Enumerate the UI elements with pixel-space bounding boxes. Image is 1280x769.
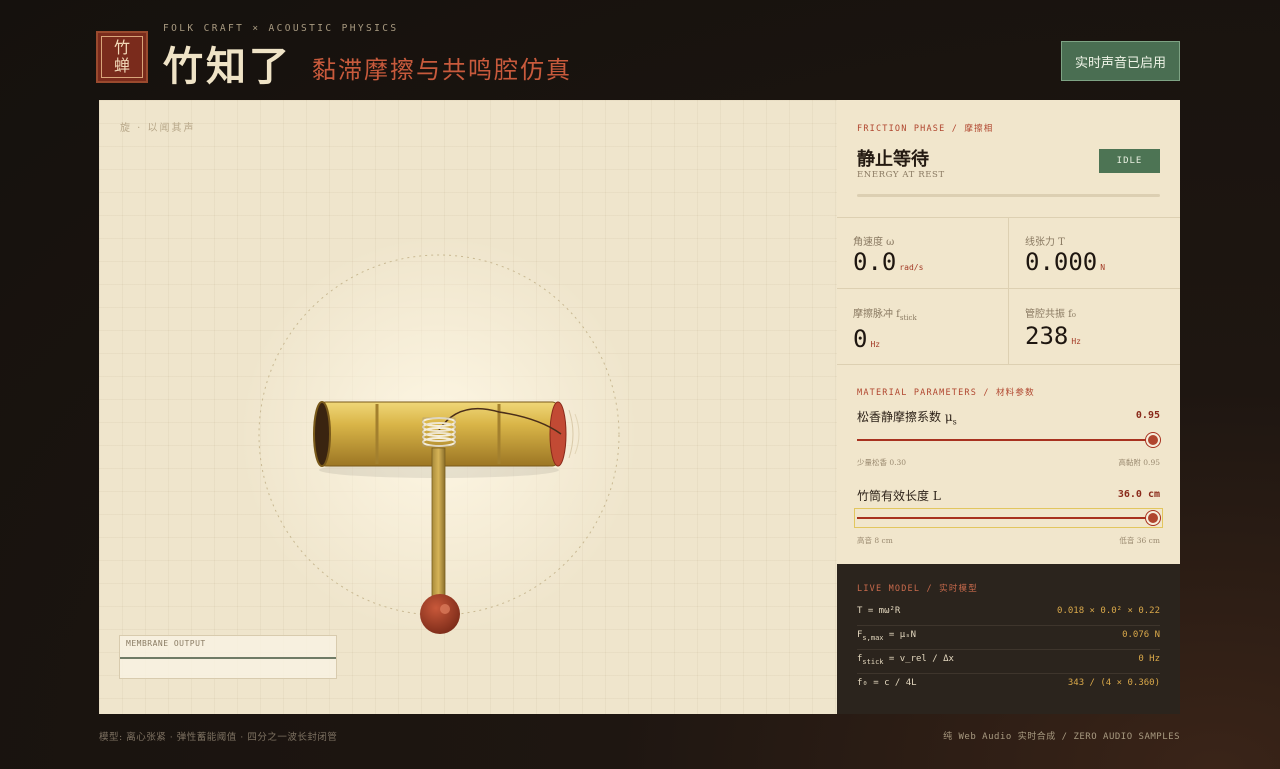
model-row: Fs,max = μₛN 0.076 N — [857, 625, 1160, 650]
metric-tension: 线张力 T 0.000 N — [1008, 217, 1180, 289]
simulation-stage[interactable]: 旋 · 以闻其声 MEMBRANE OUTPUT — [99, 100, 837, 714]
metric-label: 摩擦脉冲 fstick — [853, 309, 917, 322]
knob-highlight — [440, 604, 450, 614]
length-param-value: 36.0 cm — [1117, 489, 1160, 500]
seal-char-top: 竹 — [113, 38, 130, 57]
friction-max-label: 高黏附 0.95 — [1118, 458, 1160, 467]
membrane-output-label: MEMBRANE OUTPUT — [126, 639, 206, 648]
phase-state-subtitle: ENERGY AT REST — [857, 170, 945, 180]
phase-state-title: 静止等待 — [857, 149, 929, 170]
model-equation: T = mω²R — [857, 606, 901, 616]
metric-value: 0.0 rad/s — [853, 248, 924, 276]
control-panel: FRICTION PHASE / 摩擦相 静止等待 ENERGY AT REST… — [837, 100, 1180, 714]
page-title: 竹知了 — [163, 43, 292, 90]
friction-param-value: 0.95 — [1135, 410, 1160, 421]
model-row: T = mω²R 0.018 × 0.0² × 0.22 — [857, 601, 1160, 626]
metric-value: 238 Hz — [1025, 322, 1081, 350]
audio-toggle-button[interactable]: 实时声音已启用 — [1061, 41, 1180, 81]
model-value: 0.018 × 0.0² × 0.22 — [1057, 606, 1160, 616]
footer-model-note: 模型: 离心张紧 · 弹性蓄能阈值 · 四分之一波长封闭管 — [99, 732, 338, 743]
model-value: 0.076 N — [1122, 630, 1160, 640]
length-param-name: 竹筒有效长度 L — [857, 489, 941, 503]
friction-phase-label: FRICTION PHASE / 摩擦相 — [857, 124, 994, 134]
logo-seal: 竹 蝉 — [96, 31, 148, 83]
metric-angular-velocity: 角速度 ω 0.0 rad/s — [837, 217, 1008, 289]
model-value: 0 Hz — [1138, 654, 1160, 664]
metric-value: 0 Hz — [853, 325, 881, 353]
handle-knob[interactable] — [420, 594, 460, 634]
slider-thumb[interactable] — [1146, 433, 1160, 447]
length-min-label: 高音 8 cm — [857, 536, 893, 545]
cicada-toy-illustration[interactable] — [99, 100, 837, 714]
friction-param-name: 松香静摩擦系数 μs — [857, 410, 957, 427]
model-equation: Fs,max = μₛN — [857, 630, 917, 642]
metric-label: 管腔共振 f₀ — [1025, 309, 1076, 320]
phase-status-badge: IDLE — [1099, 149, 1160, 173]
tube-membrane — [549, 401, 567, 467]
friction-slider[interactable] — [857, 433, 1160, 447]
model-row: fstick = v_rel / Δx 0 Hz — [857, 649, 1160, 674]
model-value: 343 / (4 × 0.360) — [1067, 678, 1160, 688]
membrane-output-scope: MEMBRANE OUTPUT — [119, 635, 337, 679]
metric-resonance: 管腔共振 f₀ 238 Hz — [1008, 289, 1180, 365]
seal-char-bottom: 蝉 — [113, 56, 130, 75]
page-subtitle: 黏滞摩擦与共鸣腔仿真 — [312, 56, 572, 84]
material-parameters-section: MATERIAL PARAMETERS / 材料参数 松香静摩擦系数 μs 0.… — [837, 365, 1180, 564]
metric-label: 线张力 T — [1025, 237, 1065, 248]
friction-phase-section: FRICTION PHASE / 摩擦相 静止等待 ENERGY AT REST… — [837, 100, 1180, 218]
membrane-waveform — [120, 657, 336, 659]
params-section-label: MATERIAL PARAMETERS / 材料参数 — [857, 388, 1035, 398]
energy-bar — [857, 194, 1160, 197]
eyebrow-text: FOLK CRAFT × ACOUSTIC PHYSICS — [163, 23, 399, 34]
slider-focus-ring — [854, 508, 1163, 528]
friction-min-label: 少量松香 0.30 — [857, 458, 907, 467]
slider-track — [857, 439, 1154, 441]
live-model-section: LIVE MODEL / 实时模型 T = mω²R 0.018 × 0.0² … — [837, 564, 1180, 714]
tube-open-end — [313, 401, 331, 467]
metric-stick-pulse: 摩擦脉冲 fstick 0 Hz — [837, 289, 1008, 365]
metric-label: 角速度 ω — [853, 237, 895, 248]
handle-stick[interactable] — [431, 447, 446, 599]
seal-inner: 竹 蝉 — [101, 36, 143, 78]
model-row: f₀ = c / 4L 343 / (4 × 0.360) — [857, 673, 1160, 697]
model-equation: f₀ = c / 4L — [857, 678, 917, 688]
model-equation: fstick = v_rel / Δx — [857, 654, 954, 666]
footer-audio-note: 纯 Web Audio 实时合成 / ZERO AUDIO SAMPLES — [943, 732, 1180, 742]
metric-value: 0.000 N — [1025, 248, 1106, 276]
model-section-label: LIVE MODEL / 实时模型 — [857, 584, 978, 594]
length-max-label: 低音 36 cm — [1119, 536, 1160, 545]
